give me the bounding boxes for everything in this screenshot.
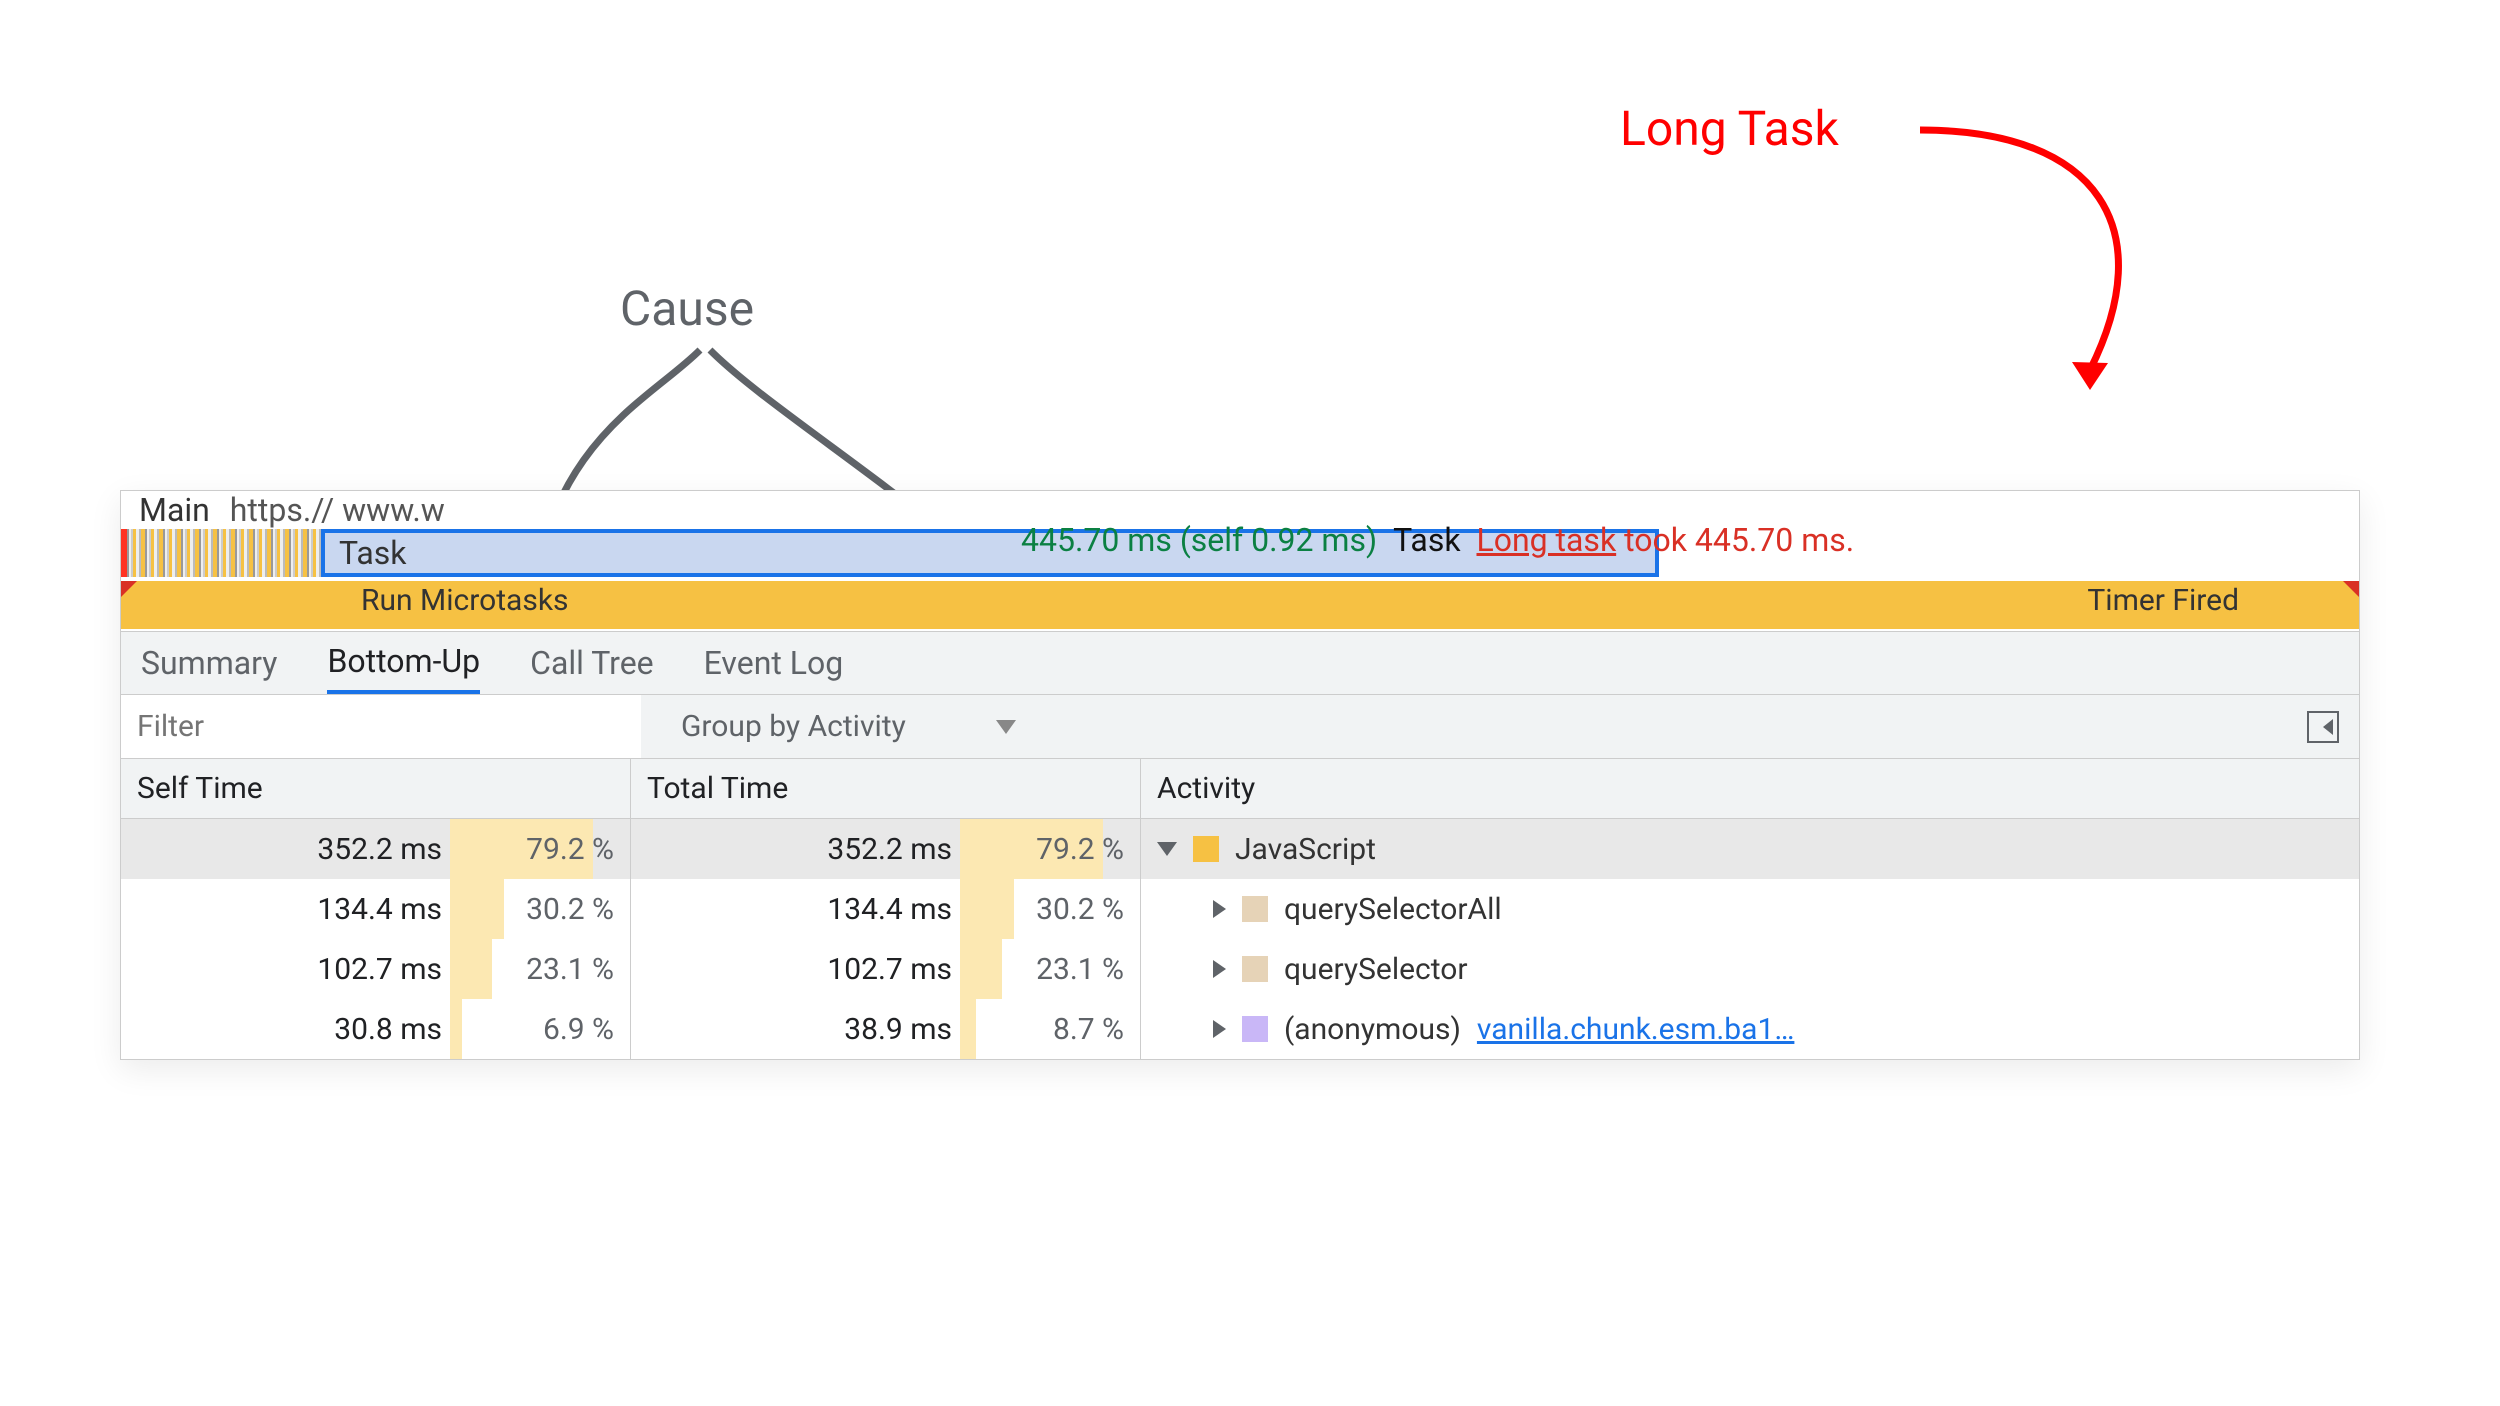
task-bar-label: Task xyxy=(339,534,406,572)
main-thread-label: Main xyxy=(139,491,210,529)
total-ms: 134.4 ms xyxy=(690,892,960,927)
self-ms: 30.8 ms xyxy=(180,1012,450,1047)
annotation-long-task: Long Task xyxy=(1620,100,1839,157)
self-ms: 352.2 ms xyxy=(180,832,450,867)
pct-bar xyxy=(960,879,1014,939)
tab-call-tree[interactable]: Call Tree xyxy=(530,632,654,694)
devtools-panel: Main https.// www.w Task 445.70 ms (self… xyxy=(120,490,2360,1060)
cell-activity: JavaScript xyxy=(1141,819,2359,879)
total-pct: 30.2 % xyxy=(960,879,1140,939)
long-task-link[interactable]: Long task xyxy=(1476,521,1616,559)
tab-summary[interactable]: Summary xyxy=(141,632,277,694)
cell-self-time: 134.4 ms 30.2 % xyxy=(121,879,631,939)
long-task-marker-right-icon xyxy=(2343,581,2359,597)
expand-closed-icon[interactable] xyxy=(1213,1020,1226,1038)
self-pct: 6.9 % xyxy=(450,999,630,1059)
cell-activity: querySelectorAll xyxy=(1141,879,2359,939)
total-pct: 8.7 % xyxy=(960,999,1140,1059)
pct-bar xyxy=(960,939,1002,999)
activity-name: JavaScript xyxy=(1235,832,1376,867)
total-ms: 102.7 ms xyxy=(690,952,960,987)
flame-barcode xyxy=(121,529,321,577)
table-header: Self Time Total Time Activity xyxy=(121,759,2359,819)
source-link[interactable]: vanilla.chunk.esm.ba1… xyxy=(1477,1012,1794,1047)
activity-name: (anonymous) xyxy=(1284,1012,1461,1047)
total-pct: 23.1 % xyxy=(960,939,1140,999)
microtasks-label: Run Microtasks xyxy=(361,583,569,618)
flame-url-label: https.// www.w xyxy=(230,491,445,529)
chevron-down-icon xyxy=(996,720,1016,734)
table-row[interactable]: 352.2 ms 79.2 % 352.2 ms 79.2 % JavaScript xyxy=(121,819,2359,879)
task-duration: 445.70 ms (self 0.92 ms) xyxy=(1021,521,1377,559)
pct-text: 30.2 % xyxy=(1036,892,1124,927)
expand-open-icon[interactable] xyxy=(1157,842,1177,856)
cell-self-time: 102.7 ms 23.1 % xyxy=(121,939,631,999)
cell-self-time: 352.2 ms 79.2 % xyxy=(121,819,631,879)
group-by-dropdown[interactable]: Group by Activity xyxy=(681,709,1016,744)
cell-total-time: 352.2 ms 79.2 % xyxy=(631,819,1141,879)
category-color-icon xyxy=(1242,896,1268,922)
group-by-label: Group by Activity xyxy=(681,709,906,744)
task-info: 445.70 ms (self 0.92 ms) Task Long task … xyxy=(1021,521,2349,559)
self-pct: 79.2 % xyxy=(450,819,630,879)
cell-total-time: 134.4 ms 30.2 % xyxy=(631,879,1141,939)
long-task-marker-left-icon xyxy=(121,581,137,597)
pct-text: 79.2 % xyxy=(526,832,614,867)
arrow-red-icon xyxy=(1900,110,2300,410)
activity-name: querySelectorAll xyxy=(1284,892,1502,927)
flame-header: Main https.// www.w xyxy=(139,491,445,529)
category-color-icon xyxy=(1242,1016,1268,1042)
category-color-icon xyxy=(1242,956,1268,982)
total-ms: 352.2 ms xyxy=(690,832,960,867)
task-word: Task xyxy=(1393,521,1460,559)
tab-bottom-up[interactable]: Bottom-Up xyxy=(327,632,480,694)
self-pct: 23.1 % xyxy=(450,939,630,999)
table-row[interactable]: 134.4 ms 30.2 % 134.4 ms 30.2 % querySelecto… xyxy=(121,879,2359,939)
tabs-bar: Summary Bottom-Up Call Tree Event Log xyxy=(121,631,2359,695)
table-row[interactable]: 102.7 ms 23.1 % 102.7 ms 23.1 % querySelecto… xyxy=(121,939,2359,999)
pct-text: 23.1 % xyxy=(526,952,614,987)
column-total-time[interactable]: Total Time xyxy=(631,759,1141,818)
cell-self-time: 30.8 ms 6.9 % xyxy=(121,999,631,1059)
pct-bar xyxy=(450,939,492,999)
pct-bar xyxy=(960,999,976,1059)
self-ms: 134.4 ms xyxy=(180,892,450,927)
annotation-cause: Cause xyxy=(620,280,754,337)
pct-text: 23.1 % xyxy=(1036,952,1124,987)
total-ms: 38.9 ms xyxy=(690,1012,960,1047)
timer-fired-label: Timer Fired xyxy=(2087,583,2239,618)
show-heaviest-stack-icon[interactable] xyxy=(2307,711,2339,743)
column-activity[interactable]: Activity xyxy=(1141,759,2359,818)
toolbar: Group by Activity xyxy=(121,695,2359,759)
category-color-icon xyxy=(1193,836,1219,862)
self-pct: 30.2 % xyxy=(450,879,630,939)
column-self-time[interactable]: Self Time xyxy=(121,759,631,818)
pct-text: 6.9 % xyxy=(543,1012,614,1047)
pct-bar xyxy=(450,999,462,1059)
flame-chart-area[interactable]: Main https.// www.w Task 445.70 ms (self… xyxy=(121,491,2359,631)
pct-text: 79.2 % xyxy=(1036,832,1124,867)
expand-closed-icon[interactable] xyxy=(1213,900,1226,918)
table-row[interactable]: 30.8 ms 6.9 % 38.9 ms 8.7 % (anonymous) vanil… xyxy=(121,999,2359,1059)
self-ms: 102.7 ms xyxy=(180,952,450,987)
tab-event-log[interactable]: Event Log xyxy=(704,632,844,694)
cell-activity: querySelector xyxy=(1141,939,2359,999)
pct-text: 8.7 % xyxy=(1053,1012,1124,1047)
filter-input[interactable] xyxy=(121,695,641,758)
took-text-val: took 445.70 ms. xyxy=(1624,521,1854,559)
cell-total-time: 38.9 ms 8.7 % xyxy=(631,999,1141,1059)
pct-bar xyxy=(450,879,504,939)
table-body: 352.2 ms 79.2 % 352.2 ms 79.2 % JavaScript 13… xyxy=(121,819,2359,1059)
pct-text: 30.2 % xyxy=(526,892,614,927)
activity-name: querySelector xyxy=(1284,952,1468,987)
cell-total-time: 102.7 ms 23.1 % xyxy=(631,939,1141,999)
cell-activity: (anonymous) vanilla.chunk.esm.ba1… xyxy=(1141,999,2359,1059)
expand-closed-icon[interactable] xyxy=(1213,960,1226,978)
total-pct: 79.2 % xyxy=(960,819,1140,879)
